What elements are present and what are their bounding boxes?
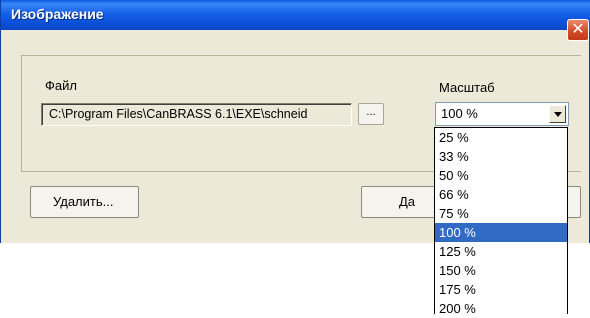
scale-option[interactable]: 33 % (435, 147, 567, 166)
window-title: Изображение (11, 6, 104, 22)
scale-option[interactable]: 175 % (435, 280, 567, 299)
scale-option[interactable]: 200 % (435, 299, 567, 318)
delete-button[interactable]: Удалить... (30, 186, 139, 218)
scale-selected-value: 100 % (441, 106, 478, 121)
scale-options-list: 25 % 33 % 50 % 66 % 75 % 100 % 125 % 150… (434, 127, 568, 316)
close-icon[interactable]: ✕ (567, 19, 589, 41)
scale-option-selected[interactable]: 100 % (435, 223, 567, 242)
scale-option[interactable]: 25 % (435, 128, 567, 147)
title-bar[interactable]: Изображение (1, 0, 590, 30)
scale-option[interactable]: 150 % (435, 261, 567, 280)
chevron-down-icon[interactable] (549, 105, 566, 123)
file-path-field[interactable]: C:\Program Files\CanBRASS 6.1\EXE\schnei… (41, 103, 352, 126)
browse-button[interactable]: ... (358, 103, 384, 125)
scale-option[interactable]: 66 % (435, 185, 567, 204)
file-label: Файл (45, 78, 77, 93)
scale-option[interactable]: 50 % (435, 166, 567, 185)
scale-option[interactable]: 75 % (435, 204, 567, 223)
scale-select[interactable]: 100 % (435, 102, 569, 126)
scale-label: Масштаб (439, 80, 495, 95)
scale-option[interactable]: 125 % (435, 242, 567, 261)
